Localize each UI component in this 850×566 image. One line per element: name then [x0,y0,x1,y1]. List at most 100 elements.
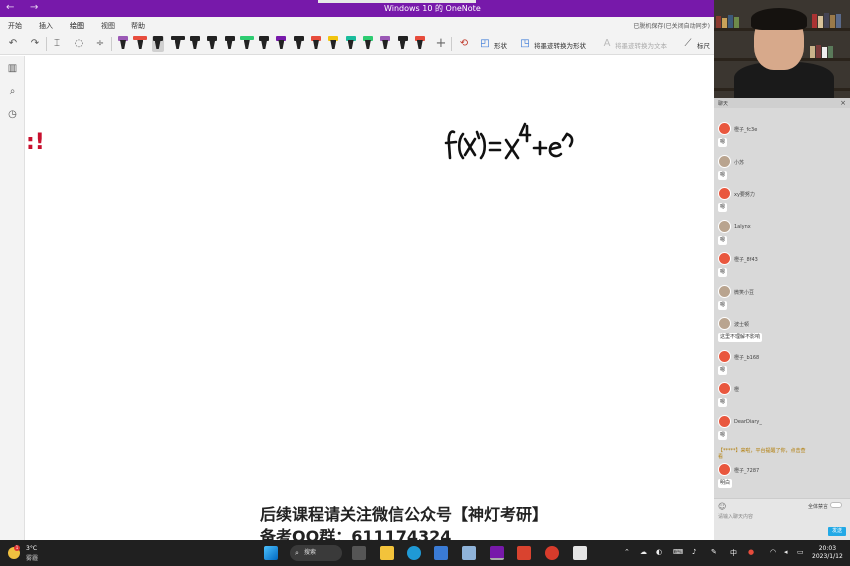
type-select-icon[interactable]: ⌶ [50,37,64,51]
notebooks-icon[interactable]: ▥ [6,62,19,75]
chat-bubble: 嗯 [718,268,728,277]
microphone-icon[interactable]: ♪ [692,548,696,556]
pen-2[interactable] [133,36,148,52]
close-icon[interactable]: × [840,99,846,107]
back-arrow-icon[interactable]: ← [6,2,14,13]
taskbar-search[interactable]: ⌕ 搜索 [290,545,342,561]
save-status: 已脱机保存(已关闭自动同步) [633,23,710,30]
pen-9[interactable] [258,36,270,52]
pen-14[interactable] [345,36,357,52]
ink-to-text-icon: A [603,38,611,49]
forward-arrow-icon[interactable]: → [30,2,38,13]
chat-bubble: 嗯 [718,430,728,440]
avatar [718,219,731,233]
chat-bubble: 明白 [718,478,733,488]
chat-username: 橙子_b168 [734,354,760,361]
pen-4[interactable] [170,36,185,52]
redo-icon[interactable]: ↷ [28,37,42,51]
weather-widget[interactable]: 1 3°C 雾霾 [8,545,48,563]
emoji-icon[interactable]: ☺ [718,502,726,511]
tray-app-icon[interactable]: ◐ [656,548,662,556]
edge-icon[interactable] [407,546,421,560]
chat-bubble: 嗯 [718,138,728,147]
task-view-icon[interactable] [352,546,366,560]
ink-replay-icon[interactable]: ⟲ [457,37,471,51]
file-explorer-icon[interactable] [380,546,394,560]
pen-tray-icon[interactable]: ✎ [711,548,717,556]
note-canvas[interactable]: :! 后续课程请关注微信公众号【神灯考研】 备考QQ群：611174324 [26,56,714,546]
app-icon[interactable] [462,546,476,560]
pen-5[interactable] [189,36,201,52]
pen-13[interactable] [327,36,339,52]
pen-8[interactable] [239,36,254,52]
chat-username: 微笑小豆 [734,289,755,296]
mute-all-toggle[interactable] [830,502,842,508]
shapes-button[interactable]: 形状 [494,40,507,50]
start-icon[interactable] [264,546,278,560]
pen-12[interactable] [310,36,322,52]
chat-input[interactable]: 请输入聊天内容 [718,513,753,520]
volume-icon[interactable]: ◂ [784,548,788,556]
chat-bubble: 嗯 [718,235,728,245]
pen-16[interactable] [379,36,391,52]
pen-18[interactable] [414,36,426,52]
pen-6[interactable] [206,36,218,52]
wifi-icon[interactable]: ◠ [770,548,776,556]
ruler-icon[interactable]: ⟋ [681,37,695,51]
avatar [718,284,731,298]
store-icon[interactable] [434,546,448,560]
clock-date: 2023/1/12 [812,553,843,560]
tray-red-icon[interactable]: ● [748,548,754,556]
app-red-icon[interactable] [545,546,559,560]
ruler-button[interactable]: 标尺 [697,40,710,50]
tab-home[interactable]: 开始 [8,21,22,31]
chevron-up-icon[interactable]: ⌃ [624,548,630,556]
clock[interactable]: 20:03 2023/1/12 [812,545,843,561]
tab-view[interactable]: 视图 [101,21,115,31]
pen-7[interactable] [224,36,236,52]
add-space-icon[interactable]: ÷ [93,37,107,51]
chat-bubble: 嗯 [718,300,728,310]
ink-to-shape-button[interactable]: 将墨迹转换为形状 [534,40,586,50]
system-notice[interactable]: 【*****】来啦，平台提醒了你，点击查看 [718,448,808,460]
avatar [718,349,731,363]
chat-bubble: 嗯 [718,170,728,180]
pen-17[interactable] [397,36,409,52]
keyboard-icon[interactable]: ⌨ [673,548,683,556]
undo-icon[interactable]: ↶ [6,37,20,51]
chat-username: 橙子_7287 [734,467,760,474]
chat-input-area: ☺ 全体禁言 请输入聊天内容 发送 [714,498,850,540]
chat-panel: 聊天 × 橙子_fc3e 嗯小苏嗯 xy要努力嗯 1alynx 嗯橙子_8f43 嗯微笑小… [714,98,850,540]
chat-bubble: 嗯 [718,398,728,407]
app-x-icon[interactable] [517,546,531,560]
lasso-select-icon[interactable]: ◌ [72,37,86,51]
weather-temp: 3°C [26,545,38,552]
shapes-icon[interactable]: ◰ [478,37,492,51]
recent-clock-icon[interactable]: ◷ [6,108,19,121]
pen-3[interactable] [151,36,164,52]
ime-indicator[interactable]: 中 [730,548,737,558]
weather-condition: 雾霾 [26,555,39,562]
red-ink-text: :! [26,130,45,155]
pen-1[interactable] [117,36,129,52]
battery-icon[interactable]: ▭ [797,548,804,556]
add-pen-icon[interactable]: + [434,37,448,51]
clock-time: 20:03 [818,545,837,552]
app-white-icon[interactable] [573,546,587,560]
tab-insert[interactable]: 插入 [39,21,53,31]
send-button[interactable]: 发送 [828,527,846,536]
taskbar-search-label: 搜索 [304,549,317,556]
avatar [718,462,731,476]
tab-help[interactable]: 帮助 [131,21,145,31]
screen: ← → Windows 10 的 OneNote 开始 插入 绘图 视图 帮助 … [0,0,850,566]
pen-11[interactable] [293,36,305,52]
pen-15[interactable] [362,36,374,52]
chat-header-label: 聊天 [718,101,729,107]
search-icon[interactable]: ⌕ [6,85,19,98]
ink-to-shape-icon[interactable]: ◳ [518,37,532,51]
chat-username: 小苏 [734,159,745,166]
pen-10[interactable] [275,36,287,52]
cloud-icon[interactable]: ☁ [640,548,647,556]
avatar [718,187,731,200]
onenote-icon[interactable] [490,546,504,560]
